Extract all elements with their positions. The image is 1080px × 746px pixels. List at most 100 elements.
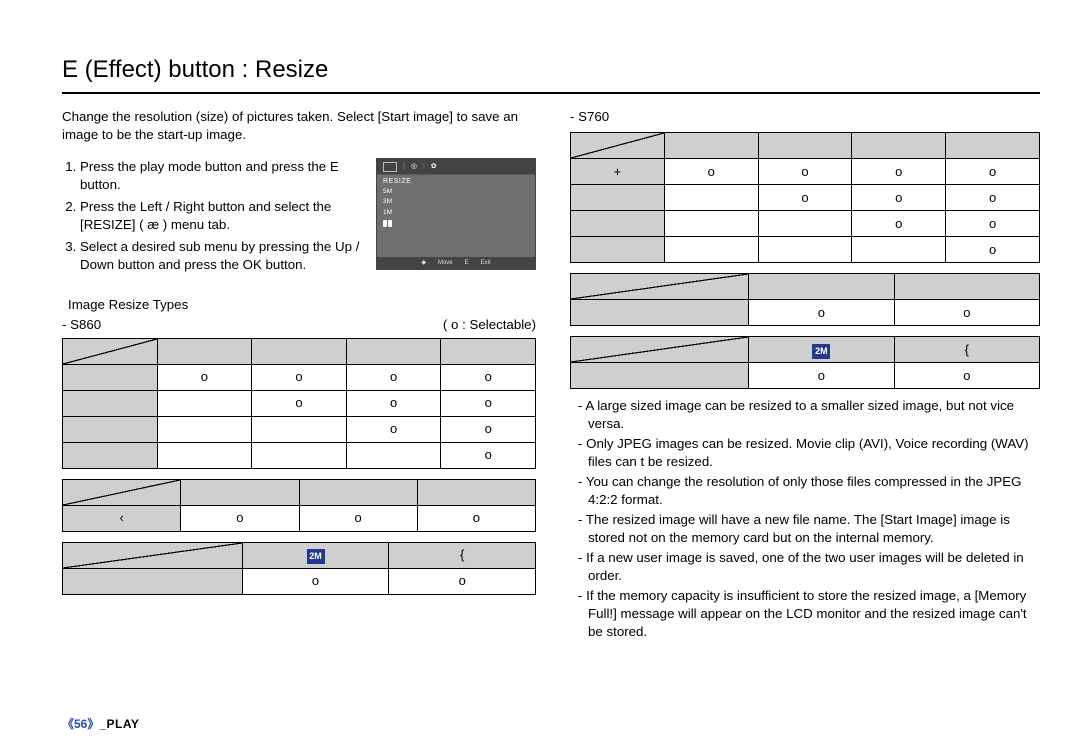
cell: o (946, 237, 1040, 263)
col-header (894, 274, 1039, 300)
lcd-exit-key: E (465, 259, 469, 267)
col-header (852, 133, 946, 159)
cell: o (749, 363, 894, 389)
cell (664, 237, 758, 263)
cell: o (894, 300, 1039, 326)
s860-main-table: o o o o o o o o o (62, 338, 536, 469)
col-header (299, 479, 417, 505)
cell (664, 211, 758, 237)
row-header (571, 211, 665, 237)
cell (664, 185, 758, 211)
col-header (664, 133, 758, 159)
steps-wrap: Press the play mode button and press the… (62, 158, 536, 278)
diag-cell (63, 542, 243, 568)
cell: o (346, 416, 441, 442)
col-header-2m: 2M (749, 337, 894, 363)
col-header (441, 338, 536, 364)
columns: Change the resolution (size) of pictures… (62, 108, 1040, 642)
lcd-top-bar: | ◎ | ✿ (377, 159, 535, 175)
row-header: ‹ (63, 505, 181, 531)
lcd-item-people (383, 219, 529, 228)
cell: o (441, 390, 536, 416)
resize-icon (383, 162, 397, 172)
note-3: - You can change the resolution of only … (570, 473, 1040, 509)
chip-2m-icon: 2M (812, 344, 830, 359)
cell: o (441, 416, 536, 442)
col-header-brace: { (894, 337, 1039, 363)
cell: o (758, 185, 852, 211)
steps: Press the play mode button and press the… (62, 158, 362, 278)
cell: o (441, 442, 536, 468)
col-header (157, 338, 252, 364)
col-header (946, 133, 1040, 159)
cell: o (252, 364, 347, 390)
cell: o (894, 363, 1039, 389)
cell: o (441, 364, 536, 390)
step-1: Press the play mode button and press the… (80, 158, 362, 194)
col-header (181, 479, 299, 505)
cell (157, 442, 252, 468)
subhead: Image Resize Types (68, 296, 536, 314)
cell: o (346, 390, 441, 416)
row-header (63, 364, 158, 390)
lcd-bottom-bar: ◆ Move E Exit (377, 257, 535, 269)
left-column: Change the resolution (size) of pictures… (62, 108, 536, 642)
lcd-label: RESIZE (383, 177, 529, 186)
s860-secondary-table: ‹ o o o (62, 479, 536, 532)
note-5: - If a new user image is saved, one of t… (570, 549, 1040, 585)
col-header (346, 338, 441, 364)
lcd-body: RESIZE 5M 3M 1M (377, 175, 535, 230)
cell: o (181, 505, 299, 531)
palette-icon: ✿ (431, 162, 437, 171)
cell: o (758, 159, 852, 185)
selectable-note: ( o : Selectable) (443, 316, 536, 334)
row-header (571, 237, 665, 263)
row-header (63, 568, 243, 594)
cell: o (946, 159, 1040, 185)
cell: o (346, 364, 441, 390)
steps-list: Press the play mode button and press the… (62, 158, 362, 274)
diag-cell (571, 133, 665, 159)
cell: o (389, 568, 536, 594)
lcd-item-1m: 1M (383, 208, 529, 219)
s760-label: - S760 (570, 108, 1040, 126)
cell: o (852, 159, 946, 185)
col-header (417, 479, 535, 505)
cell: o (417, 505, 535, 531)
s760-secondary-table: o o (570, 273, 1040, 326)
lcd-screen: | ◎ | ✿ RESIZE 5M 3M 1M ◆ Move (376, 158, 536, 270)
lcd-exit-label: Exit (481, 259, 491, 267)
s760-main-table: + o o o o o o o o o (570, 132, 1040, 263)
lcd-sep2: | (423, 162, 425, 171)
cell: o (852, 211, 946, 237)
cell (852, 237, 946, 263)
notes: - A large sized image can be resized to … (570, 397, 1040, 640)
people-icon (383, 220, 392, 227)
title-rule (62, 92, 1040, 94)
row-header (571, 185, 665, 211)
cell: o (252, 390, 347, 416)
arrow-updown-icon: ◆ (421, 259, 426, 267)
col-header-2m: 2M (242, 542, 389, 568)
camera-icon: ◎ (411, 162, 417, 171)
lcd-item-3m: 3M (383, 197, 529, 208)
row-header (571, 363, 749, 389)
note-6: - If the memory capacity is insufficient… (570, 587, 1040, 641)
cell (758, 237, 852, 263)
diag-cell (571, 337, 749, 363)
cell (758, 211, 852, 237)
col-header-brace: { (389, 542, 536, 568)
lcd-move-label: Move (438, 259, 453, 267)
cell: o (157, 364, 252, 390)
page-title: E (Effect) button : Resize (62, 54, 1040, 88)
cell (157, 390, 252, 416)
cell (252, 442, 347, 468)
cell (346, 442, 441, 468)
s760-2m-table: 2M { o o (570, 336, 1040, 389)
col-header (252, 338, 347, 364)
s860-2m-table: 2M { o o (62, 542, 536, 595)
page-number: 《56》 (62, 717, 99, 731)
right-column: - S760 + o o o o o o o (570, 108, 1040, 642)
step-3: Select a desired sub menu by pressing th… (80, 238, 362, 274)
row-header-plus: + (571, 159, 665, 185)
